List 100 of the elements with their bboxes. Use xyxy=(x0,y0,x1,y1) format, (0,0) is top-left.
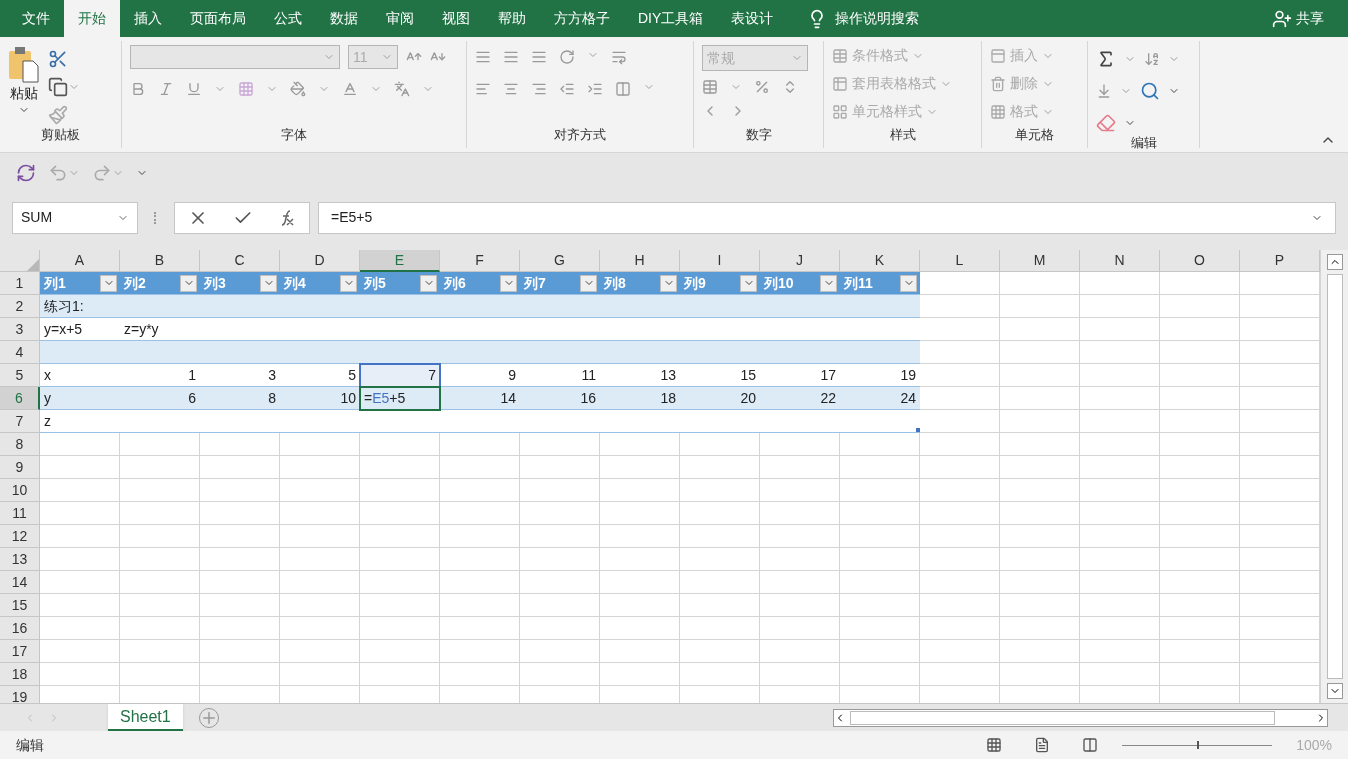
row-header[interactable]: 16 xyxy=(0,617,40,640)
normal-view-icon[interactable] xyxy=(986,737,1003,753)
page-break-icon[interactable] xyxy=(1082,737,1099,753)
fill-icon[interactable] xyxy=(1096,83,1112,99)
row-header[interactable]: 12 xyxy=(0,525,40,548)
drag-handle-icon[interactable] xyxy=(154,211,158,224)
redo-icon[interactable] xyxy=(92,163,112,183)
eraser-icon[interactable] xyxy=(1096,113,1116,133)
zoom-slider-thumb[interactable] xyxy=(1197,741,1200,749)
group-label: 数字 xyxy=(744,125,773,144)
search-icon[interactable] xyxy=(1140,81,1160,101)
ribbon-tab[interactable]: 审阅 xyxy=(372,0,428,37)
row-header[interactable]: 7 xyxy=(0,410,40,433)
table-icon[interactable] xyxy=(832,75,848,92)
ribbon-tab[interactable]: 开始 xyxy=(64,0,120,37)
align-left-icon[interactable] xyxy=(475,81,491,97)
tell-me-search[interactable]: 操作说明搜索 xyxy=(835,8,920,29)
copy-icon[interactable] xyxy=(48,77,68,97)
align-top-icon[interactable] xyxy=(475,49,491,65)
horizontal-scrollbar[interactable] xyxy=(833,708,1328,727)
row-header[interactable]: 8 xyxy=(0,433,40,456)
column-header[interactable]: N xyxy=(1080,250,1160,272)
row-header[interactable]: 10 xyxy=(0,479,40,502)
name-box[interactable]: SUM xyxy=(12,201,138,234)
wrap-text-icon[interactable] xyxy=(611,49,627,65)
row-header[interactable]: 14 xyxy=(0,571,40,594)
align-right-icon[interactable] xyxy=(531,81,547,97)
percent-icon[interactable] xyxy=(754,79,770,95)
table-cell: 练习1: xyxy=(40,295,120,318)
trash-icon[interactable] xyxy=(990,75,1006,92)
ribbon-tab[interactable]: 表设计 xyxy=(717,0,788,37)
ribbon-tab[interactable]: 页面布局 xyxy=(176,0,260,37)
column-heading: 列4 xyxy=(284,273,306,293)
ribbon-tab[interactable]: 公式 xyxy=(260,0,316,37)
vertical-scrollbar[interactable] xyxy=(1320,250,1348,703)
ribbon-tab[interactable]: 插入 xyxy=(120,0,176,37)
phonetic-icon[interactable] xyxy=(394,81,410,97)
column-header[interactable]: O xyxy=(1160,250,1240,272)
align-middle-icon[interactable] xyxy=(503,49,519,65)
ribbon-tab[interactable]: 帮助 xyxy=(484,0,540,37)
column-header[interactable]: E xyxy=(360,250,440,272)
table-cell: y xyxy=(40,387,120,410)
table-cell: 5 xyxy=(280,364,360,387)
row-header[interactable]: 19 xyxy=(0,686,40,703)
share-button[interactable]: 共享 xyxy=(1272,0,1324,37)
row-header[interactable]: 1 xyxy=(0,272,40,295)
page-layout-icon[interactable] xyxy=(1034,737,1051,753)
decrease-indent-icon[interactable] xyxy=(559,81,575,97)
column-heading: 列8 xyxy=(604,273,626,293)
ribbon-tab[interactable]: 方方格子 xyxy=(540,0,624,37)
format-painter-icon[interactable] xyxy=(48,105,68,125)
bold-icon[interactable] xyxy=(130,81,146,97)
row-header[interactable]: 17 xyxy=(0,640,40,663)
save-sync-icon[interactable] xyxy=(16,163,36,183)
sheet-tab[interactable]: Sheet1 xyxy=(108,704,183,731)
column-header[interactable]: L xyxy=(920,250,1000,272)
row-header[interactable]: 3 xyxy=(0,318,40,341)
merge-icon[interactable] xyxy=(615,81,631,97)
column-heading: 列11 xyxy=(844,273,873,293)
table-resize-handle[interactable] xyxy=(916,428,920,432)
row-header[interactable]: 6 xyxy=(0,387,40,410)
row-header[interactable]: 2 xyxy=(0,295,40,318)
font-color-icon[interactable] xyxy=(342,81,358,97)
ribbon-tab[interactable]: 视图 xyxy=(428,0,484,37)
group-label: 对齐方式 xyxy=(553,125,607,144)
scissors-icon[interactable] xyxy=(48,49,68,69)
ribbon-tab[interactable]: 数据 xyxy=(316,0,372,37)
row-header[interactable]: 15 xyxy=(0,594,40,617)
undo-icon[interactable] xyxy=(48,163,68,183)
active-cell[interactable]: =E5+5 xyxy=(360,387,440,410)
column-heading: 列1 xyxy=(44,273,66,293)
column-header[interactable]: M xyxy=(1000,250,1080,272)
formula-field[interactable]: =E5+5 xyxy=(318,201,1336,234)
borders-icon[interactable] xyxy=(238,81,254,97)
row-header[interactable]: 4 xyxy=(0,341,40,364)
font-name-field[interactable] xyxy=(130,45,340,69)
italic-icon[interactable] xyxy=(158,81,174,97)
align-center-icon[interactable] xyxy=(503,81,519,97)
grid-icon[interactable] xyxy=(832,103,848,120)
status-mode: 编辑 xyxy=(16,735,44,755)
underline-icon[interactable] xyxy=(186,81,202,97)
orientation-icon[interactable] xyxy=(559,49,575,65)
row-header[interactable]: 11 xyxy=(0,502,40,525)
insert-cells-icon[interactable] xyxy=(990,47,1006,64)
row-header[interactable]: 18 xyxy=(0,663,40,686)
sort-filter-icon[interactable] xyxy=(1144,51,1160,67)
grid-icon[interactable] xyxy=(990,103,1006,120)
increase-indent-icon[interactable] xyxy=(587,81,603,97)
table-cell: 10 xyxy=(280,387,360,410)
table-rows-icon[interactable] xyxy=(832,47,848,64)
fill-color-icon[interactable] xyxy=(290,81,306,97)
corner-triangle-icon[interactable] xyxy=(27,259,39,271)
row-header[interactable]: 5 xyxy=(0,364,40,387)
ribbon-tab[interactable]: 文件 xyxy=(8,0,64,37)
row-header[interactable]: 9 xyxy=(0,456,40,479)
row-header[interactable]: 13 xyxy=(0,548,40,571)
table-cell: 8 xyxy=(200,387,280,410)
align-bottom-icon[interactable] xyxy=(531,49,547,65)
ribbon-tab[interactable]: DIY工具箱 xyxy=(624,0,718,37)
paste-button[interactable]: 粘贴 xyxy=(8,45,40,125)
